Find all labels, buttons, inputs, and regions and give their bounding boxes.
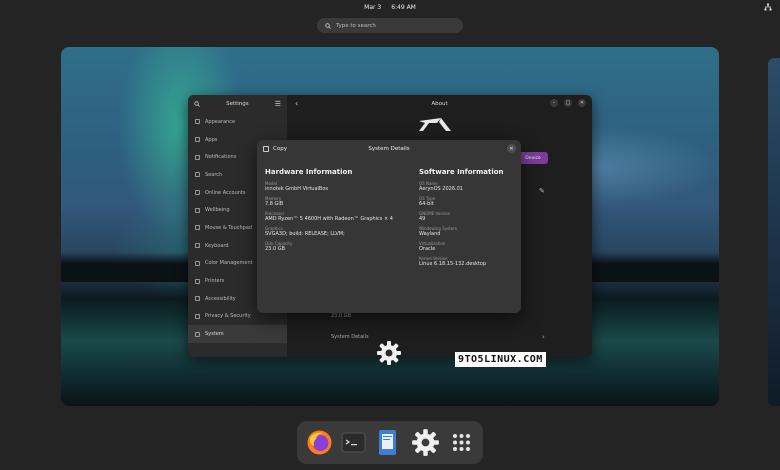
hardware-field-processor: Processor AMD Ryzen™ 5 4600H with Radeon™… xyxy=(265,211,393,222)
sidebar-item-appearance[interactable]: Appearance xyxy=(188,113,287,131)
window-controls: – □ ✕ xyxy=(550,99,586,107)
sidebar-item-label: Keyboard xyxy=(205,242,229,249)
bell-icon xyxy=(195,154,200,160)
page-title: About xyxy=(431,101,448,107)
sidebar-item-label: Apps xyxy=(205,136,218,143)
clock-time: 6:49 AM xyxy=(391,3,416,11)
software-section: Software Information OS Name AerynOS 2026… xyxy=(419,168,539,271)
hardware-heading: Hardware Information xyxy=(265,168,353,176)
accessibility-icon xyxy=(195,296,200,302)
maximize-button[interactable]: □ xyxy=(564,99,572,107)
pencil-icon[interactable]: ✎ xyxy=(539,187,545,195)
search-icon xyxy=(325,22,331,29)
field-value: Linux 6.18.15-132.desktop xyxy=(419,261,487,267)
clock[interactable]: Mar 3 6:49 AM xyxy=(364,4,416,11)
field-value: SVGA3D; build: RELEASE; LLVM; xyxy=(265,231,345,237)
hardware-field-disk: Disk Capacity 23.0 GB xyxy=(265,241,385,252)
clock-date: Mar 3 xyxy=(364,3,382,11)
sidebar-item-label: Privacy & Security xyxy=(205,313,251,320)
sidebar-item-label: Search xyxy=(205,171,223,178)
hamburger-menu-icon[interactable]: ☰ xyxy=(275,100,281,108)
mouse-icon xyxy=(195,225,200,231)
hardware-field-graphics: Graphics SVGA3D; build: RELEASE; LLVM; xyxy=(265,226,385,237)
hardware-field-memory: Memory 7.8 GiB xyxy=(265,196,385,207)
search-input[interactable]: Type to search xyxy=(317,18,463,33)
system-details-dialog: Copy System Details ✕ Hardware Informati… xyxy=(257,140,521,313)
field-value: Wayland xyxy=(419,231,441,237)
top-bar: Mar 3 6:49 AM xyxy=(0,0,780,14)
sidebar-item-label: Printers xyxy=(205,278,225,285)
sidebar-item-label: System xyxy=(205,331,224,338)
sidebar-item-label: Notifications xyxy=(205,154,237,161)
sidebar-item-system[interactable]: System xyxy=(188,325,287,343)
os-logo-icon xyxy=(419,118,451,131)
system-icon xyxy=(195,331,200,337)
minimize-button[interactable]: – xyxy=(550,99,558,107)
software-field-gnome-version: GNOME Version 49 xyxy=(419,211,539,222)
network-icon[interactable] xyxy=(764,3,772,11)
main-header: ‹ About – □ ✕ xyxy=(287,95,592,113)
printer-icon xyxy=(195,278,200,284)
privacy-icon xyxy=(195,313,200,319)
dock xyxy=(297,421,483,464)
keyboard-icon xyxy=(195,243,200,249)
software-field-virtualization: Virtualization Oracle xyxy=(419,241,539,252)
text-editor-icon[interactable] xyxy=(373,428,402,457)
firefox-icon[interactable] xyxy=(305,428,334,457)
watermark: 9TO5LINUX.COM xyxy=(455,352,546,367)
hardware-section: Hardware Information Model innotek GmbH V… xyxy=(265,168,393,256)
back-icon[interactable]: ‹ xyxy=(295,99,298,108)
settings-gear-icon xyxy=(377,341,401,365)
terminal-icon[interactable] xyxy=(339,428,368,457)
software-field-os-type: OS Type 64-bit xyxy=(419,196,539,207)
apps-icon xyxy=(195,137,200,143)
search-icon[interactable] xyxy=(194,101,200,107)
chevron-right-icon[interactable]: › xyxy=(542,333,545,341)
search-placeholder: Type to search xyxy=(336,22,376,29)
search-icon xyxy=(195,172,200,178)
sidebar-title: Settings xyxy=(226,101,249,107)
appearance-icon xyxy=(195,119,200,125)
device-name-button[interactable]: Device xyxy=(518,152,548,164)
sidebar-item-label: Online Accounts xyxy=(205,189,246,196)
workspace-thumbnail-next[interactable] xyxy=(768,58,780,406)
sidebar-item-label: Mouse & Touchpad xyxy=(205,224,253,231)
field-value: 49 xyxy=(419,216,426,222)
field-value: Oracle xyxy=(419,246,436,252)
dialog-close-button[interactable]: ✕ xyxy=(507,144,516,153)
field-value: AerynOS 2026.01 xyxy=(419,186,463,192)
field-value: innotek GmbH VirtualBox xyxy=(265,186,329,192)
color-icon xyxy=(195,260,200,266)
settings-icon[interactable] xyxy=(411,428,440,457)
software-heading: Software Information xyxy=(419,168,504,176)
sidebar-header: Settings ☰ xyxy=(188,95,287,113)
system-details-row[interactable]: System Details xyxy=(331,334,369,340)
software-field-os-name: OS Name AerynOS 2026.01 xyxy=(419,181,539,192)
sidebar-item-label: Wellbeing xyxy=(205,207,230,214)
accounts-icon xyxy=(195,190,200,196)
wellbeing-icon xyxy=(195,207,200,213)
software-field-kernel: Kernel Version Linux 6.18.15-132.desktop xyxy=(419,256,539,267)
close-button[interactable]: ✕ xyxy=(578,99,586,107)
software-field-windowing: Windowing System Wayland xyxy=(419,226,539,237)
field-value: 64-bit xyxy=(419,201,434,207)
field-value: 7.8 GiB xyxy=(265,201,284,207)
hardware-field-model: Model innotek GmbH VirtualBox xyxy=(265,181,385,192)
sidebar-item-label: Accessibility xyxy=(205,295,236,302)
field-value: 23.0 GB xyxy=(265,246,286,252)
sidebar-item-label: Appearance xyxy=(205,118,236,125)
dialog-header: Copy System Details ✕ xyxy=(257,140,521,158)
sidebar-item-label: Color Management xyxy=(205,260,253,267)
dialog-title: System Details xyxy=(368,146,410,152)
disk-capacity-value: 23.0 GB xyxy=(331,313,352,319)
field-value: AMD Ryzen™ 5 4600H with Radeon™ Graphics… xyxy=(265,216,393,222)
app-grid-icon[interactable] xyxy=(447,428,476,457)
